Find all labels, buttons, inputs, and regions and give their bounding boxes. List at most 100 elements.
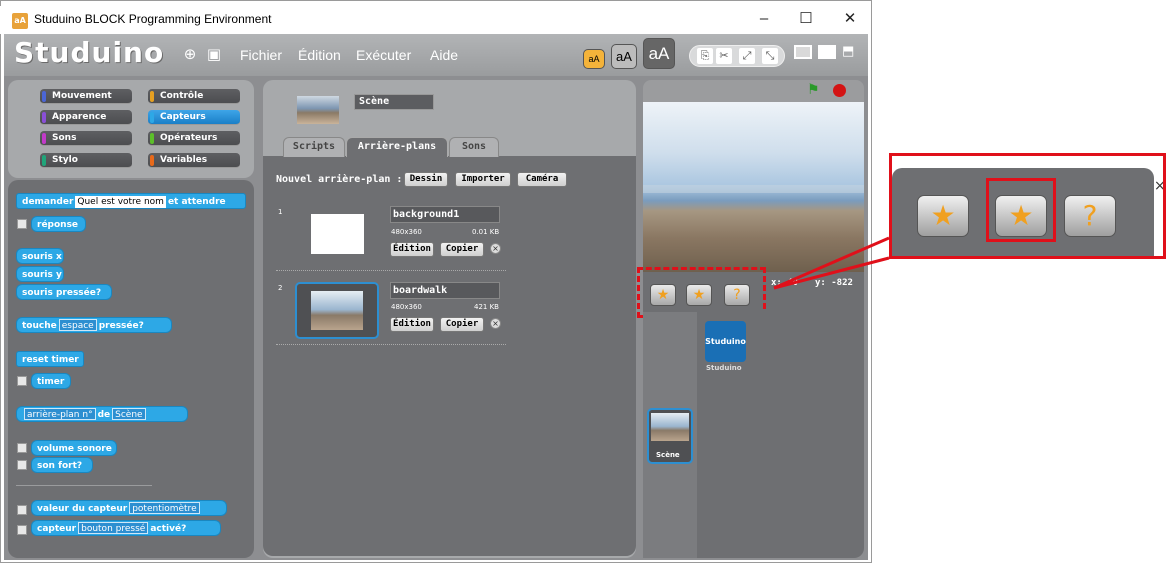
backdrop-name-field[interactable]: background1 [390,206,500,223]
category-label: Variables [160,155,208,165]
menu-edit[interactable]: Édition [298,47,341,63]
timer-block[interactable]: timer [31,373,71,389]
category-label: Opérateurs [160,133,218,143]
save-icon[interactable]: ▣ [206,46,222,62]
reset-timer-block[interactable]: reset timer [16,351,84,367]
key-pressed-block[interactable]: touche espace pressée? [16,317,172,333]
backdrop-filesize: 0.01 KB [472,228,500,236]
delete-icon[interactable]: × [490,318,501,329]
loud-block[interactable]: son fort? [31,457,93,473]
category-color-icon [42,91,46,102]
backdrop-index: 1 [278,208,283,216]
category-label: Sons [52,133,77,143]
grow-icon[interactable]: ⤢ [739,48,755,64]
category-color-icon [42,133,46,144]
category-color-icon [150,112,154,123]
mouse-down-block[interactable]: souris pressée? [16,284,112,300]
zoom-close-icon: × [1154,178,1166,194]
green-flag-icon[interactable]: ⚑ [807,82,820,98]
stamp-icon[interactable]: ⎘ [697,48,713,64]
category-label: Capteurs [160,112,206,122]
shrink-icon[interactable]: ⤡ [762,48,778,64]
layout-normal-icon[interactable] [794,45,812,59]
backdrop-thumbnail[interactable] [311,291,363,330]
size-small-button[interactable]: aA [583,49,605,69]
sensor-active-block[interactable]: capteur bouton pressé activé? [31,520,221,536]
scissors-icon[interactable]: ✂ [716,48,732,64]
highlight-box [637,267,766,318]
globe-icon[interactable]: ⊕ [182,46,198,62]
sensor-value-checkbox[interactable] [17,505,27,515]
paint-button[interactable]: Dessin [404,172,448,187]
backdrop-index: 2 [278,284,283,292]
category-color-icon [150,155,154,166]
maximize-button[interactable]: ☐ [786,8,826,30]
mouse-x-block[interactable]: souris x [16,248,64,264]
zoom-highlight-box [986,178,1056,242]
tab-sounds[interactable]: Sons [449,137,499,157]
studuino-logo: Studuino [14,36,165,69]
stage-horizon [643,185,864,193]
tab-scripts[interactable]: Scripts [283,137,345,157]
ask-and-wait-block[interactable]: demander Quel est votre nom et attendre [16,193,246,209]
menu-run[interactable]: Exécuter [356,47,411,63]
sensor-value-block[interactable]: valeur du capteur potentiomètre [31,500,227,516]
attribute-of-block[interactable]: arrière-plan n° de Scène [16,406,188,422]
backdrop-thumbnail[interactable] [311,214,364,254]
size-large-button[interactable]: aA [643,38,675,69]
presentation-icon[interactable]: ⬒ [842,44,854,60]
app-icon: aA [12,13,28,29]
category-label: Contrôle [160,91,204,101]
category-capteurs[interactable]: Capteurs [148,110,240,125]
timer-checkbox[interactable] [17,376,27,386]
scene-sprite-thumbnail [651,413,689,441]
edit-button[interactable]: Édition [390,317,434,332]
category-stylo[interactable]: Stylo [40,153,132,168]
category-color-icon [150,91,154,102]
loudness-checkbox[interactable] [17,443,27,453]
scene-sprite-label: Scène [656,451,680,459]
copy-button[interactable]: Copier [440,242,484,257]
list-separator [276,344,506,345]
backdrop-dimensions: 480x360 [391,303,422,311]
camera-button[interactable]: Caméra [517,172,567,187]
category-color-icon [42,155,46,166]
category-sons[interactable]: Sons [40,131,132,146]
copy-button[interactable]: Copier [440,317,484,332]
stage-header [643,80,864,102]
list-separator [276,270,506,271]
category-color-icon [150,133,154,144]
backdrop-name-field[interactable]: boardwalk [390,282,500,299]
sprite-name: Studuino [706,364,742,372]
mouse-y-block[interactable]: souris y [16,266,64,282]
close-button[interactable]: ✕ [830,8,870,30]
stop-icon[interactable] [833,84,846,97]
menu-help[interactable]: Aide [430,47,458,63]
delete-icon[interactable]: × [490,243,501,254]
backdrop-dimensions: 480x360 [391,228,422,236]
category-apparence[interactable]: Apparence [40,110,132,125]
layout-small-icon[interactable] [818,45,836,59]
edit-button[interactable]: Édition [390,242,434,257]
loudness-block[interactable]: volume sonore [31,440,117,456]
minimize-button[interactable]: – [744,8,784,30]
category-label: Apparence [52,112,107,122]
category-contrle[interactable]: Contrôle [148,89,240,104]
sensor-active-checkbox[interactable] [17,525,27,535]
answer-checkbox[interactable] [17,219,27,229]
scene-name-field[interactable]: Scène [354,94,434,110]
size-medium-button[interactable]: aA [611,44,637,69]
zoom-paint-sprite-icon: ★ [917,195,969,237]
loud-checkbox[interactable] [17,460,27,470]
category-oprateurs[interactable]: Opérateurs [148,131,240,146]
category-variables[interactable]: Variables [148,153,240,168]
sprite-studuino-icon[interactable]: Studuino [705,321,746,362]
category-color-icon [42,112,46,123]
import-button[interactable]: Importer [455,172,511,187]
zoom-callout: × ★ ★ ? [889,153,1166,259]
backdrop-filesize: 421 KB [474,303,499,311]
tab-backdrops[interactable]: Arrière-plans [346,137,448,157]
category-mouvement[interactable]: Mouvement [40,89,132,104]
answer-block[interactable]: réponse [31,216,86,232]
menu-file[interactable]: Fichier [240,47,282,63]
